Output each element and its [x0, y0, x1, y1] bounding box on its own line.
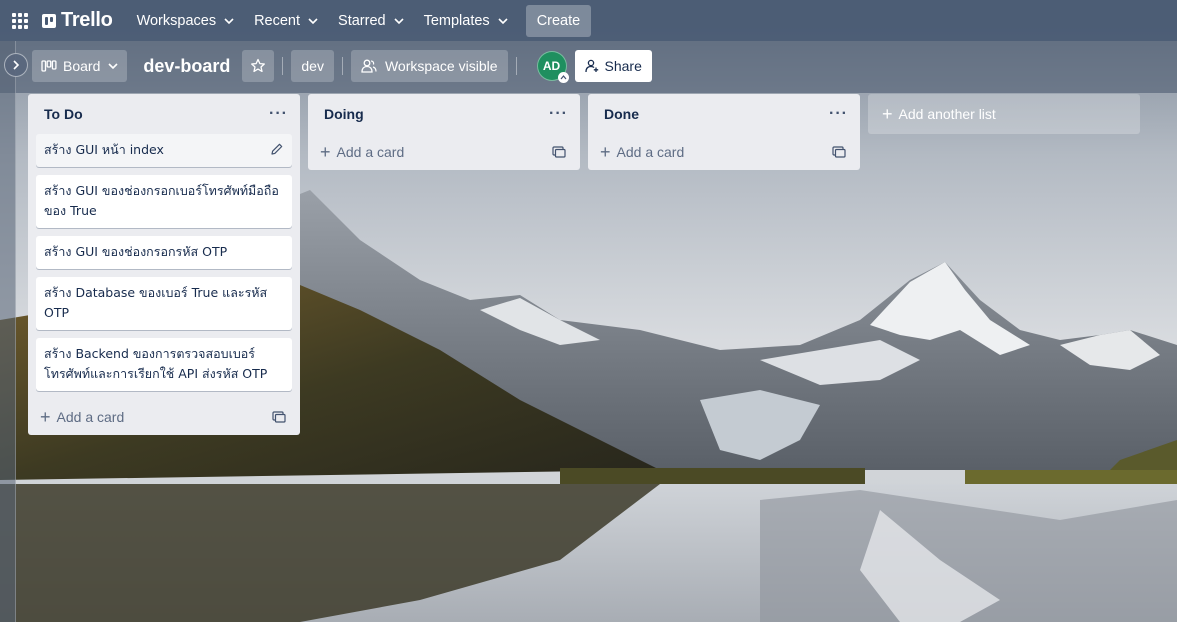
board-view-switcher[interactable]: Board [32, 50, 128, 82]
top-navigation: Trello Workspaces Recent Starred Templat… [0, 0, 1177, 41]
avatar-initials: AD [542, 59, 561, 73]
create-from-template-icon[interactable] [832, 146, 846, 158]
star-board-button[interactable] [242, 50, 275, 82]
expand-sidebar-button[interactable] [4, 53, 28, 77]
list-menu-icon[interactable]: ··· [269, 105, 288, 123]
card[interactable]: สร้าง GUI ของช่องกรอกเบอร์โทรศัพท์มือถือ… [36, 175, 292, 228]
starred-label: Starred [338, 12, 386, 29]
workspaces-label: Workspaces [136, 12, 217, 29]
board-view-label: Board [63, 58, 101, 74]
list-title[interactable]: Doing [324, 106, 364, 122]
add-another-list-button[interactable]: + Add another list [868, 94, 1140, 134]
list-menu-icon[interactable]: ··· [829, 105, 848, 123]
visibility-button[interactable]: Workspace visible [350, 50, 508, 82]
create-from-template-icon[interactable] [272, 411, 286, 423]
list-header: To Do ··· [28, 94, 300, 134]
share-label: Share [604, 58, 642, 74]
chevron-down-icon [224, 17, 234, 24]
plus-icon: + [320, 142, 331, 162]
list-doing: Doing ··· + Add a card [308, 94, 580, 170]
sidebar-collapsed [0, 41, 16, 622]
board-view-icon [41, 60, 57, 72]
chevron-down-icon [308, 17, 318, 24]
list-title[interactable]: To Do [44, 106, 83, 122]
plus-icon: + [882, 104, 893, 124]
add-card-button[interactable]: + Add a card [588, 134, 860, 170]
trello-logo[interactable]: Trello [42, 9, 113, 32]
visibility-label: Workspace visible [384, 58, 498, 74]
share-button[interactable]: Share [574, 50, 652, 82]
card-title: สร้าง GUI ของช่องกรอกเบอร์โทรศัพท์มือถือ… [44, 183, 279, 218]
add-card-button[interactable]: + Add a card [28, 399, 300, 435]
board-title[interactable]: dev-board [143, 56, 230, 77]
plus-icon: + [600, 142, 611, 162]
edit-pencil-icon[interactable] [270, 142, 284, 156]
add-person-icon [584, 59, 598, 73]
header-divider [515, 57, 517, 75]
workspaces-menu[interactable]: Workspaces [127, 5, 245, 37]
list-to-do: To Do ··· สร้าง GUI หน้า index สร้าง GUI… [28, 94, 300, 435]
templates-label: Templates [423, 12, 490, 29]
header-divider [282, 57, 284, 75]
header-divider [341, 57, 343, 75]
chevron-right-icon [13, 60, 20, 70]
list-title[interactable]: Done [604, 106, 639, 122]
add-card-label: Add a card [336, 144, 405, 160]
add-card-label: Add a card [616, 144, 685, 160]
recent-label: Recent [254, 12, 301, 29]
create-from-template-icon[interactable] [552, 146, 566, 158]
card-title: สร้าง Database ของเบอร์ True และรหัส OTP [44, 285, 268, 320]
templates-menu[interactable]: Templates [414, 5, 518, 37]
trello-logo-icon [42, 13, 56, 28]
admin-badge-icon [557, 72, 569, 83]
card-title: สร้าง Backend ของการตรวจสอบเบอร์โทรศัพท์… [44, 346, 268, 381]
card[interactable]: สร้าง Backend ของการตรวจสอบเบอร์โทรศัพท์… [36, 338, 292, 391]
chevron-down-icon [108, 63, 118, 70]
plus-icon: + [40, 407, 51, 427]
chevron-down-icon [498, 17, 508, 24]
apps-grid-icon[interactable] [8, 9, 32, 33]
people-icon [361, 59, 377, 73]
logo-text: Trello [61, 9, 113, 31]
list-done: Done ··· + Add a card [588, 94, 860, 170]
add-card-button[interactable]: + Add a card [308, 134, 580, 170]
member-avatar[interactable]: AD [536, 51, 569, 83]
star-icon [251, 58, 266, 73]
card-title: สร้าง GUI หน้า index [44, 142, 164, 157]
add-list-label: Add another list [898, 106, 996, 122]
workspace-button[interactable]: dev [291, 50, 334, 82]
card[interactable]: สร้าง GUI หน้า index [36, 134, 292, 167]
create-button[interactable]: Create [525, 4, 592, 37]
list-menu-icon[interactable]: ··· [549, 105, 568, 123]
starred-menu[interactable]: Starred [328, 5, 414, 37]
board-header-toolbar: Board dev-board dev Workspace visible AD… [32, 50, 652, 83]
list-header: Doing ··· [308, 94, 580, 134]
card-title: สร้าง GUI ของช่องกรอกรหัส OTP [44, 244, 228, 259]
recent-menu[interactable]: Recent [244, 5, 328, 37]
list-header: Done ··· [588, 94, 860, 134]
card[interactable]: สร้าง Database ของเบอร์ True และรหัส OTP [36, 277, 292, 330]
chevron-down-icon [394, 17, 404, 24]
card[interactable]: สร้าง GUI ของช่องกรอกรหัส OTP [36, 236, 292, 269]
add-card-label: Add a card [56, 409, 125, 425]
